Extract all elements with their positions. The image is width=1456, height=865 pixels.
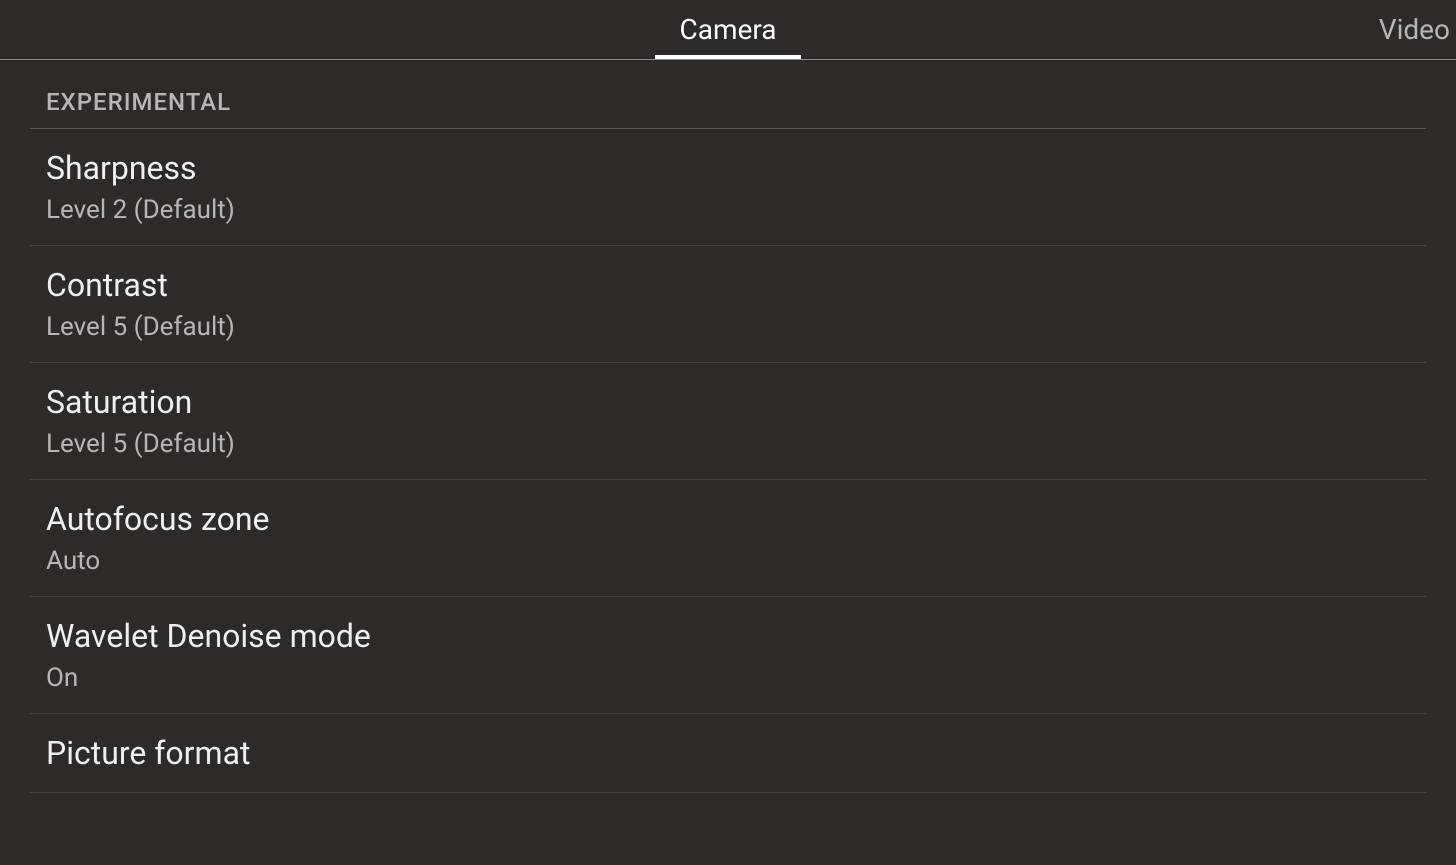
setting-autofocus-zone[interactable]: Autofocus zone Auto bbox=[30, 480, 1426, 597]
tab-video[interactable]: Video bbox=[1355, 1, 1456, 58]
tab-camera[interactable]: Camera bbox=[655, 1, 800, 58]
setting-value: Auto bbox=[46, 546, 1410, 576]
setting-title: Autofocus zone bbox=[46, 500, 1410, 538]
tab-bar: Camera Video bbox=[0, 0, 1456, 60]
setting-title: Picture format bbox=[46, 734, 1410, 772]
setting-sharpness[interactable]: Sharpness Level 2 (Default) bbox=[30, 129, 1426, 246]
setting-contrast[interactable]: Contrast Level 5 (Default) bbox=[30, 246, 1426, 363]
section-header-experimental: EXPERIMENTAL bbox=[30, 60, 1426, 129]
setting-title: Sharpness bbox=[46, 149, 1410, 187]
setting-title: Saturation bbox=[46, 383, 1410, 421]
setting-value: Level 5 (Default) bbox=[46, 312, 1410, 342]
setting-picture-format[interactable]: Picture format bbox=[30, 714, 1426, 793]
setting-value: Level 5 (Default) bbox=[46, 429, 1410, 459]
setting-value: On bbox=[46, 663, 1410, 693]
setting-saturation[interactable]: Saturation Level 5 (Default) bbox=[30, 363, 1426, 480]
setting-value: Level 2 (Default) bbox=[46, 195, 1410, 225]
setting-title: Wavelet Denoise mode bbox=[46, 617, 1410, 655]
setting-wavelet-denoise[interactable]: Wavelet Denoise mode On bbox=[30, 597, 1426, 714]
settings-content: EXPERIMENTAL Sharpness Level 2 (Default)… bbox=[0, 60, 1456, 793]
setting-title: Contrast bbox=[46, 266, 1410, 304]
